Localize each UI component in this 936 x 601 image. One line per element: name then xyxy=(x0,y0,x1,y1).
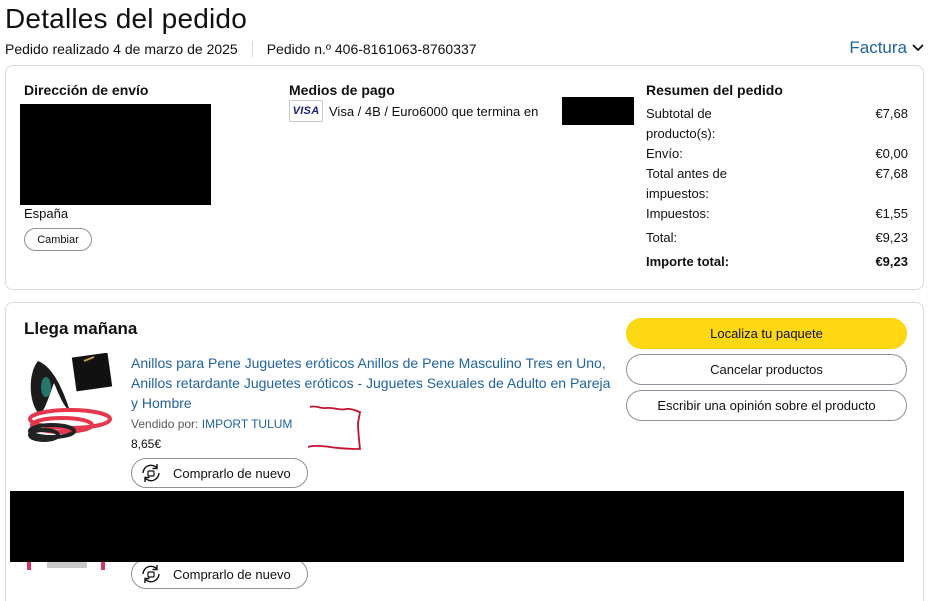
summary-value: €1,55 xyxy=(875,206,908,221)
order-summary: Subtotal de producto(s): €7,68 Envío: €0… xyxy=(646,104,908,276)
redacted-second-item xyxy=(10,491,904,562)
summary-label: Total antes de impuestos: xyxy=(646,166,727,201)
visa-card-icon: VISA xyxy=(289,100,323,122)
delivery-title: Llega mañana xyxy=(24,319,138,338)
summary-value: €9,23 xyxy=(875,254,908,269)
summary-label: Importe total: xyxy=(646,254,730,269)
payment-title: Medios de pago xyxy=(289,82,395,98)
summary-label: Total: xyxy=(646,230,678,245)
chevron-down-icon xyxy=(912,44,924,51)
buy-again-button[interactable]: Comprarlo de nuevo xyxy=(131,458,308,488)
redacted-address xyxy=(20,104,211,205)
sold-by: Vendido por: IMPORT TULUM xyxy=(131,417,292,431)
product-price: 8,65€ xyxy=(131,437,162,451)
shipping-country: España xyxy=(24,206,69,221)
summary-value: €9,23 xyxy=(875,230,908,245)
summary-row: Total antes de impuestos: €7,68 xyxy=(646,164,908,204)
summary-title: Resumen del pedido xyxy=(646,82,783,98)
sold-by-label: Vendido por: xyxy=(131,417,199,431)
order-number: Pedido n.º 406-8161063-8760337 xyxy=(266,41,477,57)
track-package-button[interactable]: Localiza tu paquete xyxy=(626,318,907,349)
summary-value: €7,68 xyxy=(875,166,908,181)
invoice-dropdown[interactable]: Factura xyxy=(849,38,924,58)
summary-total-row: Importe total: €9,23 xyxy=(646,252,908,272)
reorder-icon xyxy=(138,561,164,587)
summary-value: €0,00 xyxy=(875,146,908,161)
shipping-title: Dirección de envío xyxy=(24,82,149,98)
summary-label: Subtotal de producto(s): xyxy=(646,106,716,141)
change-address-button[interactable]: Cambiar xyxy=(24,228,92,251)
summary-row: Total: €9,23 xyxy=(646,228,908,248)
summary-row: Subtotal de producto(s): €7,68 xyxy=(646,104,908,144)
product-image[interactable] xyxy=(24,353,118,445)
second-product-thumbnail[interactable] xyxy=(27,562,111,570)
page-title: Detalles del pedido xyxy=(5,3,247,34)
buy-again-label: Comprarlo de nuevo xyxy=(173,465,291,481)
order-info-box: Dirección de envío España Cambiar Medios… xyxy=(5,65,924,290)
reorder-icon xyxy=(138,460,164,486)
invoice-label: Factura xyxy=(849,38,907,57)
summary-label: Envío: xyxy=(646,146,683,161)
summary-label: Impuestos: xyxy=(646,206,710,221)
buy-again-button[interactable]: Comprarlo de nuevo xyxy=(131,559,308,589)
summary-row: Envío: €0,00 xyxy=(646,144,908,164)
summary-row: Impuestos: €1,55 xyxy=(646,204,908,224)
payment-card-text: Visa / 4B / Euro6000 que termina en xyxy=(329,103,539,119)
product-title-link[interactable]: Anillos para Pene Juguetes eróticos Anil… xyxy=(131,353,616,413)
payment-method: VISA Visa / 4B / Euro6000 que termina en xyxy=(289,100,538,122)
buy-again-label: Comprarlo de nuevo xyxy=(173,566,291,582)
write-review-button[interactable]: Escribir una opinión sobre el producto xyxy=(626,390,907,421)
meta-divider xyxy=(251,41,253,57)
red-scribble-mark xyxy=(307,405,362,450)
order-meta: Pedido realizado 4 de marzo de 2025 Pedi… xyxy=(5,41,477,57)
summary-value: €7,68 xyxy=(875,106,908,121)
redacted-card-digits xyxy=(562,97,634,125)
order-date: Pedido realizado 4 de marzo de 2025 xyxy=(5,41,238,57)
cancel-items-button[interactable]: Cancelar productos xyxy=(626,354,907,385)
seller-link[interactable]: IMPORT TULUM xyxy=(202,417,293,431)
